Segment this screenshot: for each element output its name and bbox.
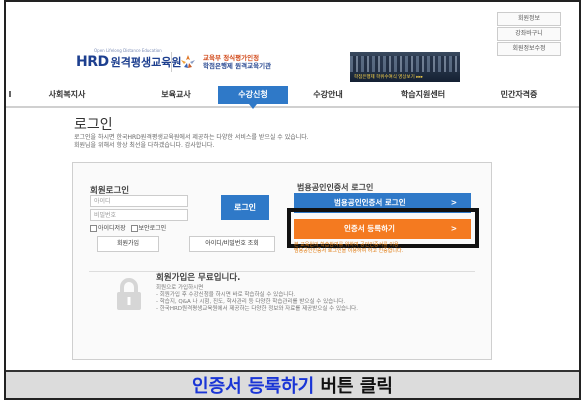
nav-item-learning-support[interactable]: 학습지원센터 [388, 86, 458, 104]
graduation-video-banner[interactable]: 학점은행제 학위수여식 영상보기 ▸▸▸ [350, 52, 460, 82]
free-join-text: 회원으로 가입하시면 - 회원가입 후 수강신청을 하시면 바로 학습하실 수 … [156, 285, 358, 313]
find-id-password-button[interactable]: 아이디/비밀번호 조회 [189, 236, 275, 252]
site-logo[interactable]: Open Lifelong Distance Education HRD 원격평생… [76, 48, 181, 70]
browser-frame: 회원정보 강좌바구니 회원정보수정 Open Lifelong Distance… [4, 0, 581, 400]
nav-item-childcare-teacher[interactable]: 보육교사 [146, 86, 206, 104]
cert-login-title: 범용공인인증서 로그인 [297, 183, 374, 192]
login-button[interactable]: 로그인 [221, 195, 269, 220]
join-button[interactable]: 회원가입 [97, 236, 159, 252]
top-link-member-info[interactable]: 회원정보 [497, 12, 561, 26]
nav-item-social-worker[interactable]: 사회복지사 [32, 86, 102, 104]
certification-emblem-icon [181, 55, 195, 68]
cert-login-label: 범용공인인증서 로그인 [334, 198, 406, 207]
page-description: 로그인을 하시면 한국HRD원격평생교육원에서 제공하는 다양한 서비스를 받으… [74, 134, 309, 150]
login-panel: 회원로그인 아이디 비밀번호 로그인 아이디저장 보안로그인 회원가입 아이디/… [72, 162, 492, 360]
logo-prefix: HRD [76, 54, 109, 70]
save-id-checkbox[interactable] [90, 225, 97, 232]
top-link-cart[interactable]: 강좌바구니 [497, 27, 561, 41]
save-id-label: 아이디저장 [98, 225, 126, 232]
banner-text: 학점은행제 학위수여식 영상보기 ▸▸▸ [354, 75, 424, 80]
logo-tagline: Open Lifelong Distance Education [94, 48, 162, 53]
login-options: 아이디저장 보안로그인 [90, 223, 166, 232]
top-links: 회원정보 강좌바구니 회원정보수정 [497, 12, 561, 57]
caption-rest: 버튼 클릭 [314, 376, 393, 397]
logo-divider [171, 52, 172, 72]
free-join-line3: - 학습지, Q&A 나 시험, 진도, 학사관리 등 다양한 학습관리를 받으… [156, 299, 346, 305]
page-title: 로그인 [74, 117, 113, 133]
nav-item-private-certificates[interactable]: 민간자격증 [484, 86, 554, 104]
main-nav: I 사회복지사 보육교사 수강신청 수강안내 학습지원센터 민간자격증 [6, 86, 579, 109]
top-link-edit-info[interactable]: 회원정보수정 [497, 42, 561, 56]
password-input[interactable]: 비밀번호 [90, 209, 188, 221]
lock-icon [117, 278, 141, 310]
id-input[interactable]: 아이디 [90, 195, 188, 207]
nav-item-cut[interactable]: I [6, 86, 14, 104]
certification-text: 교육부 정식평가인정 학점은행제 원격교육기관 [203, 54, 271, 70]
page-desc-line2: 회원님을 위해서 항상 최선을 다하겠습니다. 감사합니다. [74, 142, 215, 149]
cert-note-line2: 범용공인인증서 로그인을 이용하여 하고 인증합니다. [294, 248, 404, 254]
free-join-title: 회원가입은 무료입니다. [156, 273, 241, 283]
certification-line1: 교육부 정식평가인정 [203, 54, 260, 62]
page-desc-line1: 로그인을 하시면 한국HRD원격평생교육원에서 제공하는 다양한 서비스를 받으… [74, 134, 309, 141]
free-join-line4: - 한국HRD원격평생교육원에서 제공하는 다양한 정보와 자료를 제공받으실 … [156, 306, 358, 312]
certification-line2: 학점은행제 원격교육기관 [203, 62, 272, 70]
free-join-line2: - 회원가입 후 수강신청을 하시면 바로 학습하실 수 있습니다. [156, 292, 296, 298]
banner-image [350, 56, 460, 72]
instruction-caption: 인증서 등록하기 버튼 클릭 [6, 370, 579, 398]
caption-highlight: 인증서 등록하기 [192, 376, 315, 397]
secure-login-label: 보안로그인 [138, 225, 167, 232]
nav-item-course-registration[interactable]: 수강신청 [218, 86, 288, 109]
nav-item-course-guide[interactable]: 수강안내 [298, 86, 358, 104]
secure-login-checkbox[interactable] [130, 225, 138, 232]
free-join-line1: 회원으로 가입하시면 [156, 285, 204, 291]
cert-note: 본 교육원의 학습참여를 위하여 공인인증서를 이용 범용공인인증서 로그인을 … [294, 242, 403, 254]
